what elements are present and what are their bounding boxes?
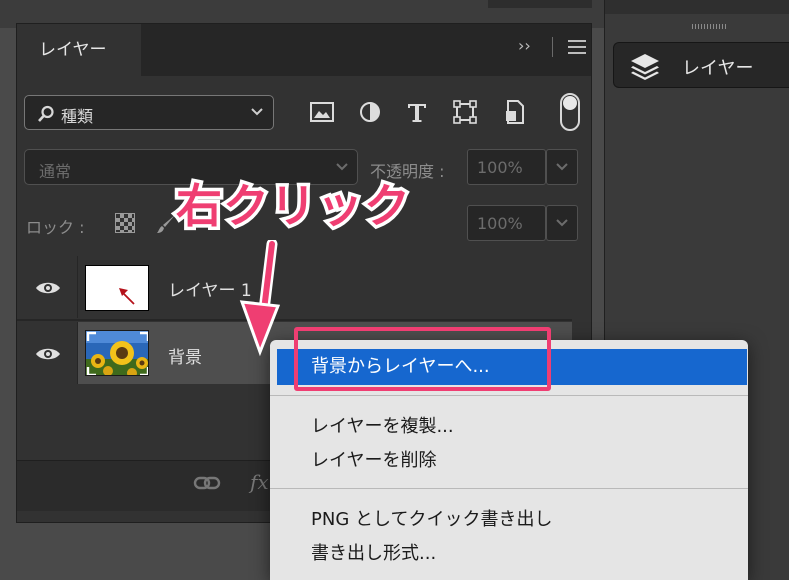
- dock-top-segment: [604, 0, 789, 14]
- menu-item-quick-export-png[interactable]: PNG としてクイック書き出し: [311, 505, 552, 531]
- collapse-panel-icon[interactable]: ››: [518, 36, 531, 55]
- visibility-cell[interactable]: [17, 322, 78, 384]
- dock-layers-label: レイヤー: [682, 58, 754, 79]
- opacity-input[interactable]: 100%: [467, 149, 546, 185]
- annotation-highlight-box: [294, 327, 551, 391]
- visibility-cell[interactable]: [17, 256, 78, 318]
- dock-grip-handle[interactable]: [692, 24, 728, 29]
- menu-item-export-as[interactable]: 書き出し形式...: [311, 539, 436, 565]
- lock-image-pixels-icon[interactable]: [155, 213, 177, 235]
- toggle-knob: [563, 96, 577, 110]
- fill-dropdown-button[interactable]: [546, 205, 578, 241]
- menu-item-duplicate-layer[interactable]: レイヤーを複製...: [311, 412, 454, 438]
- lock-transparent-pixels-icon[interactable]: [115, 213, 135, 233]
- blend-mode-value: 通常: [39, 162, 72, 181]
- eye-icon[interactable]: [35, 280, 61, 296]
- lock-label: ロック :: [26, 218, 85, 237]
- panel-menu-icon[interactable]: [568, 40, 586, 58]
- shape-filter-icon[interactable]: [452, 99, 478, 125]
- chevron-down-icon: [556, 219, 568, 227]
- chevron-down-icon: [251, 108, 263, 116]
- layer-thumbnail: [85, 265, 149, 311]
- annotation-callout-text: 右クリック: [173, 176, 414, 237]
- eye-icon[interactable]: [35, 346, 61, 362]
- link-layers-icon[interactable]: [193, 472, 223, 494]
- filter-kind-label: 種類: [61, 107, 94, 126]
- chevron-down-icon: [556, 163, 568, 171]
- selection-corner-brackets: [86, 331, 148, 375]
- filter-toggle-switch[interactable]: [560, 93, 580, 131]
- layer-name[interactable]: 背景: [168, 343, 202, 368]
- tab-divider: [552, 37, 553, 57]
- text-filter-icon[interactable]: [404, 99, 430, 125]
- background-layer-thumbnail: [85, 330, 149, 376]
- menu-separator: [270, 395, 748, 396]
- layers-stack-icon: [631, 54, 659, 80]
- top-strip-segment: [488, 0, 592, 8]
- opacity-dropdown-button[interactable]: [546, 149, 578, 185]
- fill-input[interactable]: 100%: [467, 205, 546, 241]
- image-filter-icon[interactable]: [309, 99, 335, 125]
- row-divider: [17, 319, 572, 321]
- red-cursor-arrow-icon: [119, 288, 135, 305]
- annotation-arrow-icon: [239, 240, 280, 357]
- filter-kind-select[interactable]: 種類: [24, 95, 274, 130]
- smart-object-filter-icon[interactable]: [502, 99, 528, 125]
- menu-separator: [270, 488, 748, 489]
- search-icon: [38, 105, 54, 122]
- layer-effects-icon[interactable]: fx: [250, 470, 269, 494]
- menu-item-delete-layer[interactable]: レイヤーを削除: [311, 446, 436, 472]
- adjustment-filter-icon[interactable]: [357, 99, 383, 125]
- tab-layers[interactable]: レイヤー: [17, 24, 141, 76]
